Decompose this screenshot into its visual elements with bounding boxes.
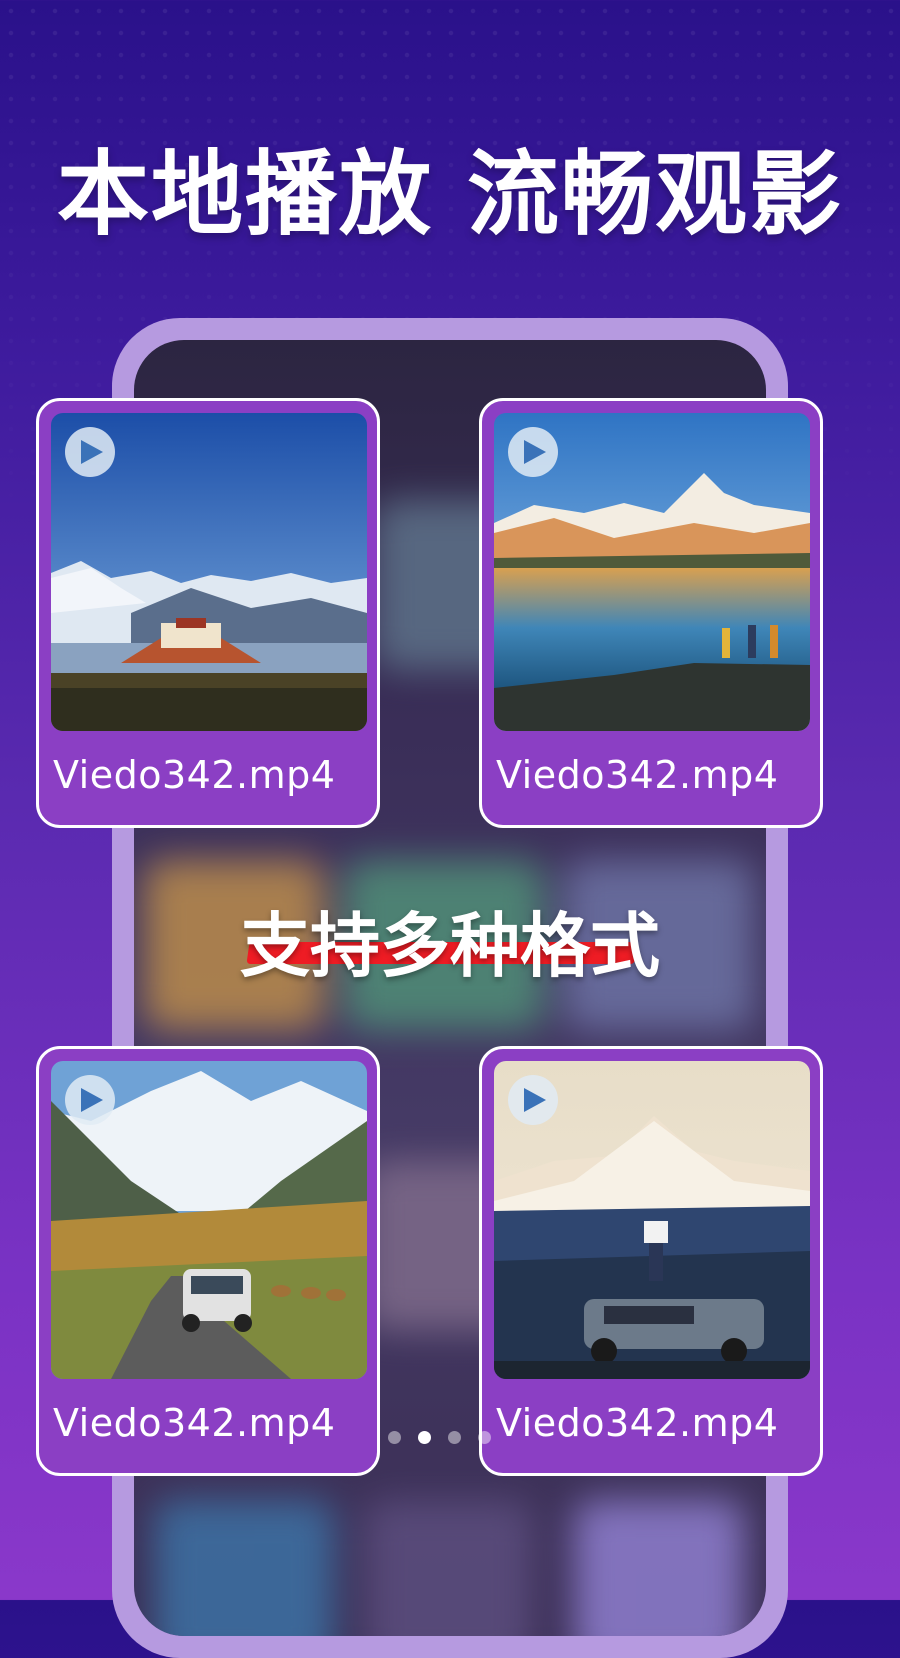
video-card[interactable]: Viedo342.mp4 bbox=[36, 1046, 380, 1476]
page-indicator[interactable] bbox=[388, 1431, 491, 1444]
video-thumbnail[interactable] bbox=[51, 413, 367, 731]
page-dot-active[interactable] bbox=[418, 1431, 431, 1444]
feature-caption: 支持多种格式 bbox=[240, 905, 660, 987]
video-filename: Viedo342.mp4 bbox=[496, 753, 779, 797]
video-thumbnail[interactable] bbox=[51, 1061, 367, 1379]
video-card[interactable]: Viedo342.mp4 bbox=[479, 398, 823, 828]
video-filename: Viedo342.mp4 bbox=[53, 1401, 336, 1445]
page-dot[interactable] bbox=[448, 1431, 461, 1444]
play-icon[interactable] bbox=[508, 427, 558, 477]
page-dot[interactable] bbox=[388, 1431, 401, 1444]
video-filename: Viedo342.mp4 bbox=[53, 753, 336, 797]
video-thumbnail[interactable] bbox=[494, 413, 810, 731]
video-thumbnail[interactable] bbox=[494, 1061, 810, 1379]
play-icon[interactable] bbox=[65, 1075, 115, 1125]
play-icon[interactable] bbox=[508, 1075, 558, 1125]
video-card[interactable]: Viedo342.mp4 bbox=[36, 398, 380, 828]
page-dot[interactable] bbox=[478, 1431, 491, 1444]
video-card[interactable]: Viedo342.mp4 bbox=[479, 1046, 823, 1476]
video-filename: Viedo342.mp4 bbox=[496, 1401, 779, 1445]
play-icon[interactable] bbox=[65, 427, 115, 477]
page-headline: 本地播放 流畅观影 bbox=[56, 141, 844, 248]
